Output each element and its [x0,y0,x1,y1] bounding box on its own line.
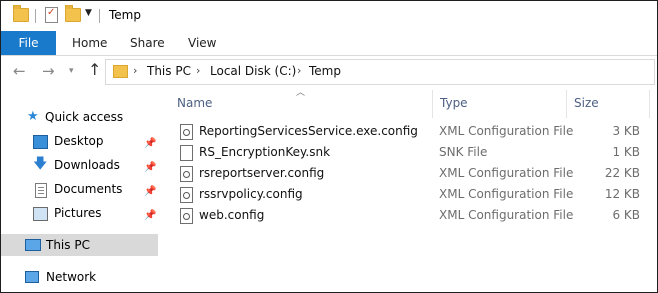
file-size: 1 KB [612,145,640,159]
window-title: Temp [109,8,141,22]
file-row[interactable]: web.config XML Configuration File 6 KB [163,205,657,226]
explorer-window: ▼ Temp File Home Share View ← → ▾ ↑ › Th… [0,0,658,293]
file-type: XML Configuration File [439,208,574,222]
folder-icon [113,65,128,78]
file-name: rsreportserver.config [199,166,325,180]
customize-toolbar-dropdown-icon[interactable]: ▼ [85,8,92,18]
address-bar[interactable]: › This PC › Local Disk (C:) › Temp [105,59,655,85]
recent-locations-chevron-icon[interactable]: ▾ [69,66,74,76]
desktop-icon [33,135,48,149]
config-file-icon [180,208,193,224]
file-size: 6 KB [612,208,640,222]
pin-icon[interactable]: 📌 [144,186,156,197]
tab-share[interactable]: Share [130,31,165,55]
breadcrumb-this-pc[interactable]: This PC [147,64,191,78]
file-type: SNK File [439,145,488,159]
column-header-size[interactable]: Size [574,96,599,110]
forward-arrow-icon[interactable]: → [42,62,55,80]
nav-label: Documents [54,182,123,196]
ribbon-tabs: File Home Share View [1,31,657,56]
nav-label: This PC [46,238,90,252]
pin-icon[interactable]: 📌 [144,138,156,149]
file-size: 12 KB [604,187,640,201]
file-size: 3 KB [612,124,640,138]
config-file-icon [180,187,193,203]
breadcrumb-separator: › [297,64,302,77]
file-icon [180,145,193,161]
file-name: RS_EncryptionKey.snk [199,145,331,159]
nav-label: Downloads [54,158,120,172]
column-divider[interactable] [649,90,650,118]
breadcrumb-local-disk[interactable]: Local Disk (C:) [210,64,296,78]
file-row[interactable]: RS_EncryptionKey.snk SNK File 1 KB [163,142,657,163]
divider [99,9,100,23]
breadcrumb-temp[interactable]: Temp [309,64,341,78]
new-folder-icon[interactable] [65,5,81,22]
nav-this-pc[interactable]: This PC [1,234,158,256]
pin-icon[interactable]: 📌 [144,210,156,221]
column-divider[interactable] [566,90,567,118]
file-type: XML Configuration File [439,187,574,201]
file-type: XML Configuration File [439,124,574,138]
file-list: ︿ Name Type Size ReportingServicesServic… [163,88,657,292]
nav-label: Network [46,270,97,284]
tab-view[interactable]: View [188,31,216,55]
breadcrumb-separator: › [133,64,138,77]
nav-label: Desktop [54,134,104,148]
back-arrow-icon[interactable]: ← [13,62,26,80]
nav-quick-access[interactable]: ★ Quick access [27,106,157,128]
folder-icon [13,5,29,22]
nav-downloads[interactable]: 🡇 Downloads [33,154,157,176]
nav-network[interactable]: Network [25,266,157,288]
up-arrow-icon[interactable]: ↑ [88,60,101,79]
pin-icon[interactable]: 📌 [144,162,156,173]
nav-documents[interactable]: Documents [33,178,157,200]
divider [35,9,36,23]
file-name: ReportingServicesService.exe.config [199,124,418,138]
breadcrumb-separator: › [196,64,201,77]
file-size: 22 KB [604,166,640,180]
column-divider[interactable] [432,90,433,118]
network-icon [25,271,39,283]
config-file-icon [180,166,193,182]
config-file-icon [180,124,193,140]
computer-icon [25,239,41,251]
downloads-icon: 🡇 [33,156,48,172]
file-row[interactable]: rsreportserver.config XML Configuration … [163,163,657,184]
tab-file[interactable]: File [1,31,56,55]
properties-icon[interactable] [45,7,58,23]
navigation-pane: ★ Quick access Desktop 📌 🡇 Downloads 📌 D… [1,88,158,292]
tab-home[interactable]: Home [72,31,107,55]
nav-label: Pictures [54,206,102,220]
file-type: XML Configuration File [439,166,574,180]
nav-desktop[interactable]: Desktop [33,130,157,152]
title-bar: ▼ Temp [1,1,657,31]
file-name: web.config [199,208,265,222]
file-row[interactable]: rssrvpolicy.config XML Configuration Fil… [163,184,657,205]
pictures-icon [33,207,48,221]
sort-ascending-icon: ︿ [296,88,306,98]
column-header-name[interactable]: Name [177,96,212,110]
nav-pictures[interactable]: Pictures [33,202,157,224]
file-name: rssrvpolicy.config [199,187,303,201]
nav-label: Quick access [45,110,124,124]
file-row[interactable]: ReportingServicesService.exe.config XML … [163,121,657,142]
address-row: ← → ▾ ↑ › This PC › Local Disk (C:) › Te… [1,56,657,88]
documents-icon [35,183,47,198]
star-icon: ★ [27,109,39,124]
column-header-type[interactable]: Type [440,96,468,110]
